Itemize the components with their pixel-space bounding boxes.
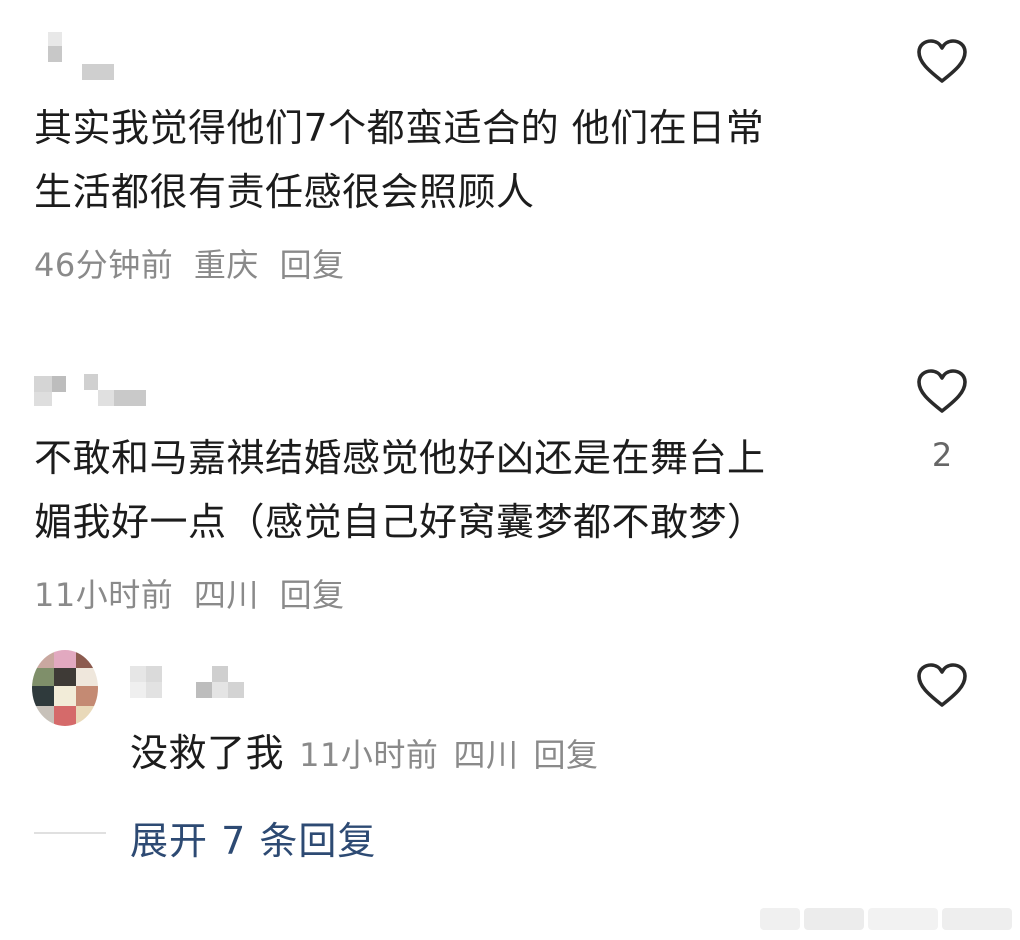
username-blurred[interactable] [34,32,124,82]
watermark [760,904,1014,934]
expand-replies-button[interactable]: 展开 7 条回复 [130,810,376,865]
reply-button[interactable]: 回复 [534,736,599,774]
comment-text-line: 其实我觉得他们7个都蛮适合的 他们在日常 [34,106,765,150]
reply-location: 四川 [453,736,519,774]
expand-replies-line [34,832,106,834]
reply-button[interactable]: 回复 [280,246,345,284]
reply-line: 没救了我 11小时前 四川 回复 [130,722,599,777]
username-blurred[interactable] [34,372,154,412]
heart-outline-icon[interactable] [916,38,968,84]
comment-text: 其实我觉得他们7个都蛮适合的 他们在日常 生活都很有责任感很会照顾人 [34,96,854,224]
comment-time: 11小时前 [34,576,174,614]
like-count: 2 [931,436,953,474]
comment-time: 46分钟前 [34,246,174,284]
avatar[interactable] [32,650,98,726]
comment-meta: 46分钟前 重庆 回复 [34,240,345,286]
comment-location: 重庆 [193,246,259,284]
comment-text-line: 不敢和马嘉祺结婚感觉他好凶还是在舞台上 [34,436,766,480]
heart-outline-icon[interactable] [916,368,968,414]
reply-time: 11小时前 [299,736,439,774]
username-blurred[interactable] [130,664,250,704]
comment-text: 不敢和马嘉祺结婚感觉他好凶还是在舞台上 媚我好一点（感觉自己好窝囊梦都不敢梦） [34,426,854,554]
comment-meta: 11小时前 四川 回复 [34,570,345,616]
heart-outline-icon[interactable] [916,662,968,708]
comment-text-line: 生活都很有责任感很会照顾人 [34,170,535,214]
reply-text: 没救了我 [130,731,285,775]
comment-location: 四川 [193,576,259,614]
reply-button[interactable]: 回复 [280,576,345,614]
comment-text-line: 媚我好一点（感觉自己好窝囊梦都不敢梦） [34,500,766,544]
